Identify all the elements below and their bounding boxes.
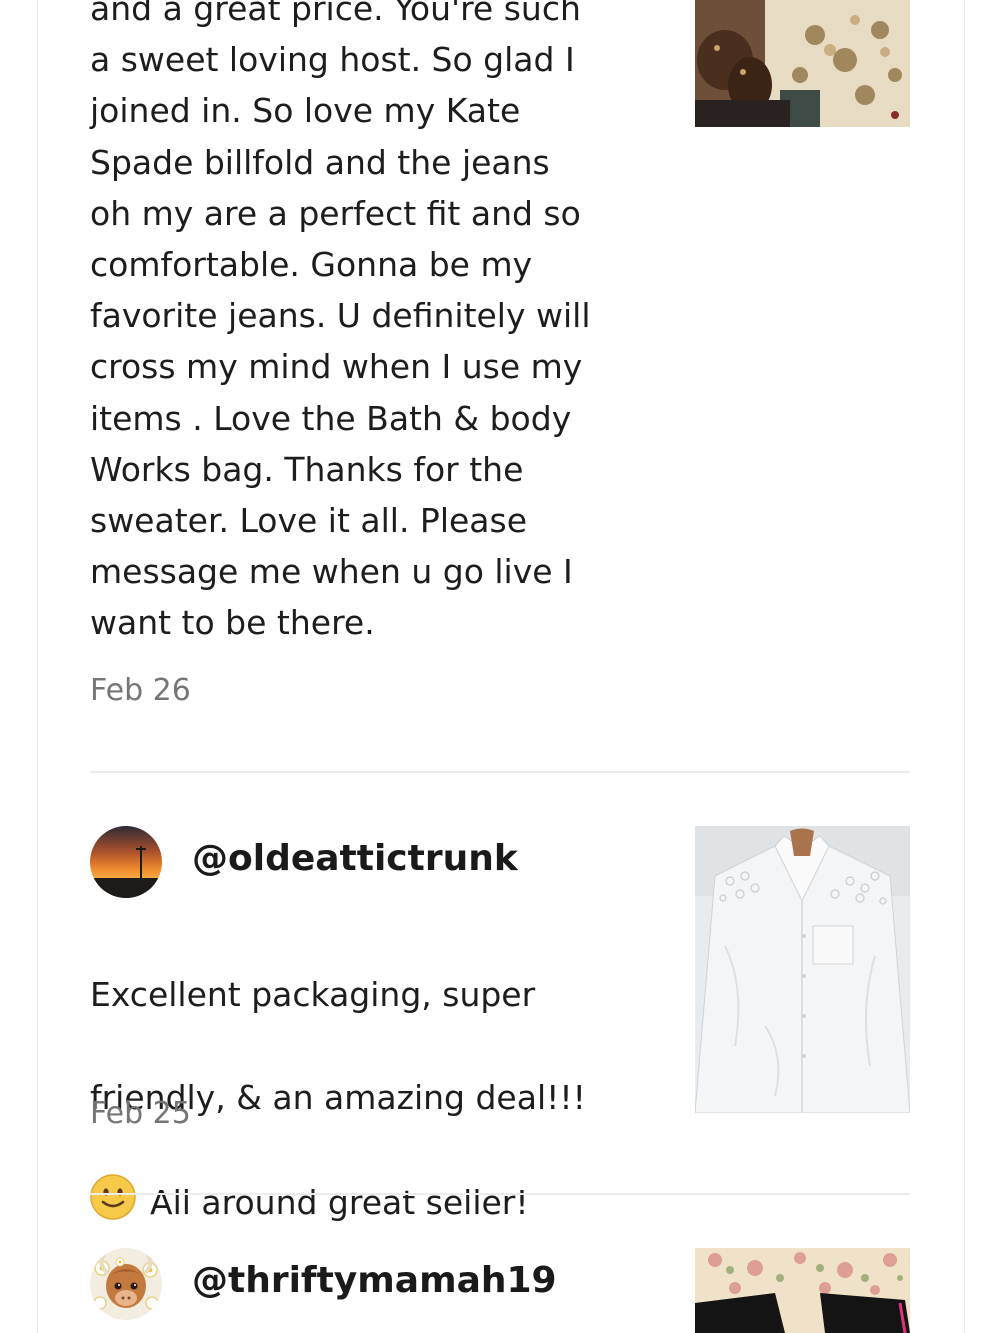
reviewer-username[interactable]: @thriftymamah19	[192, 1260, 557, 1301]
reviews-page: and a great price. You're such a sweet l…	[0, 0, 1000, 1333]
highland-cow-avatar-icon	[90, 1248, 162, 1320]
review-text-line: All around great seller!	[90, 1174, 650, 1234]
smiley-face-icon	[90, 1174, 136, 1234]
review-date: Feb 25	[90, 1096, 191, 1131]
review-text-tail: All around great seller!	[150, 1183, 529, 1223]
review-photo-blouse[interactable]	[695, 826, 910, 1113]
review-photo-boots[interactable]	[695, 0, 910, 127]
review-divider	[90, 771, 910, 773]
reviewer-avatar[interactable]	[90, 826, 162, 898]
reviewer-username[interactable]: @oldeattictrunk	[192, 838, 518, 879]
review-date: Feb 26	[90, 673, 191, 708]
review-text: and a great price. You're such a sweet l…	[90, 0, 591, 643]
sunset-avatar-icon	[90, 826, 162, 898]
review-divider	[90, 1193, 910, 1195]
floral-fabric-photo-icon	[695, 1248, 910, 1333]
review-photo-fabric[interactable]	[695, 1248, 910, 1333]
reviewer-avatar[interactable]	[90, 1248, 162, 1320]
review-text-line: Excellent packaging, super	[90, 975, 536, 1015]
boots-photo-icon	[695, 0, 910, 127]
white-blouse-photo-icon	[695, 826, 910, 1113]
